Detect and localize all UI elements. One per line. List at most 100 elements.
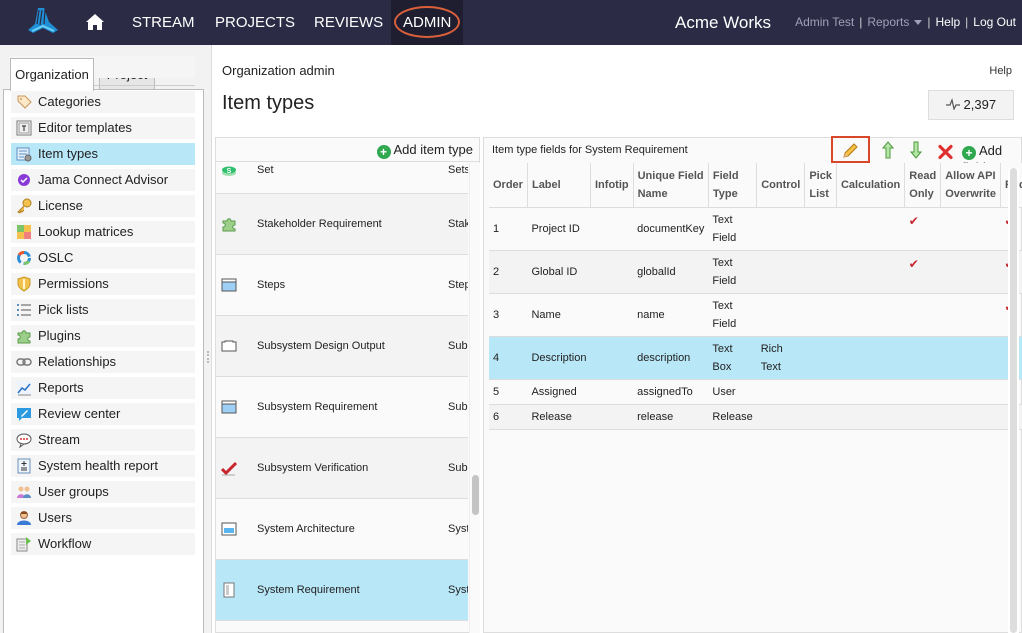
user-menu[interactable]: Admin Test bbox=[795, 15, 854, 29]
add-item-type-button[interactable]: + Add item type bbox=[376, 142, 473, 159]
logout-link[interactable]: Log Out bbox=[973, 15, 1016, 29]
cell-control bbox=[756, 404, 805, 430]
activity-counter-button[interactable]: 2,397 bbox=[928, 90, 1014, 120]
edit-pencil-icon[interactable] bbox=[841, 142, 859, 160]
column-header-label[interactable]: Label bbox=[527, 163, 592, 208]
jama-logo-icon[interactable] bbox=[24, 6, 62, 38]
cell-picklist bbox=[804, 379, 837, 405]
sidebar-item-jama-connect-advisor[interactable]: Jama Connect Advisor bbox=[11, 169, 195, 191]
item-type-row[interactable]: Subsystem Design Output Sub bbox=[216, 316, 468, 377]
cell-picklist bbox=[804, 404, 837, 430]
checkmark-icon bbox=[220, 460, 238, 476]
sidebar-item-permissions[interactable]: Permissions bbox=[11, 273, 195, 295]
move-up-arrow-icon[interactable] bbox=[882, 141, 894, 159]
sidebar-item-relationships[interactable]: Relationships bbox=[11, 351, 195, 373]
column-header-allow-api-overwrite[interactable]: Allow API Overwrite bbox=[940, 163, 1001, 208]
sidebar-item-pick-lists[interactable]: Pick lists bbox=[11, 299, 195, 321]
column-header-control[interactable]: Control bbox=[756, 163, 806, 208]
table-header-row: Order Label Infotip Unique Field Name Field … bbox=[489, 163, 1022, 208]
cell-calc bbox=[836, 250, 905, 294]
column-header-unique-field-name[interactable]: Unique Field Name bbox=[633, 163, 709, 208]
cell-text-line: Field bbox=[712, 275, 737, 287]
sidebar-item-license[interactable]: License bbox=[11, 195, 195, 217]
plus-circle-icon: + bbox=[376, 145, 391, 159]
sidebar-item-review-center[interactable]: Review center bbox=[11, 403, 195, 425]
sidebar-item-label: User groups bbox=[38, 484, 109, 499]
add-field-button[interactable]: +Add field bbox=[962, 143, 1021, 175]
field-row[interactable]: 5 Assigned assignedTo User bbox=[489, 379, 1022, 405]
item-type-row[interactable]: Subsystem Requirement Sub bbox=[216, 377, 468, 438]
sidebar-item-editor-templates[interactable]: Editor templates bbox=[11, 117, 195, 139]
item-type-row[interactable]: Stakeholder Requirement Stak bbox=[216, 194, 468, 255]
page-help-link[interactable]: Help bbox=[989, 65, 1012, 77]
field-row[interactable]: 2Global IDglobalIdTextField✔✔ bbox=[489, 250, 1022, 294]
cell-label: Assigned bbox=[527, 379, 591, 405]
cell-readonly bbox=[904, 404, 941, 430]
column-header-infotip[interactable]: Infotip bbox=[590, 163, 634, 208]
item-type-row[interactable]: S Set Sets bbox=[216, 163, 468, 194]
tag-icon bbox=[16, 94, 32, 110]
nav-projects[interactable]: PROJECTS bbox=[203, 0, 307, 45]
chart-icon bbox=[16, 380, 32, 396]
cell-text-line: Text bbox=[712, 257, 733, 269]
matrix-icon bbox=[16, 224, 32, 240]
column-header-order[interactable]: Order bbox=[489, 163, 528, 208]
page-title: Item types bbox=[222, 92, 315, 114]
delete-x-icon[interactable] bbox=[938, 143, 953, 161]
scrollbar-thumb[interactable] bbox=[1010, 168, 1017, 633]
item-type-row[interactable]: Subsystem Verification Sub bbox=[216, 438, 468, 499]
item-type-fields-panel: Item type fields for System Requirement … bbox=[483, 136, 1022, 633]
field-row[interactable]: 4 Description description Text Box Rich Text bbox=[489, 336, 1022, 380]
field-row[interactable]: 1Project IDdocumentKeyTextField✔✔ bbox=[489, 207, 1022, 251]
sidebar-item-stream[interactable]: Stream bbox=[11, 429, 195, 451]
item-types-scrollbar[interactable] bbox=[469, 163, 480, 633]
separator: | bbox=[859, 15, 863, 29]
column-header-field-type[interactable]: Field Type bbox=[708, 163, 758, 208]
cell-text-line: Box bbox=[712, 361, 732, 373]
item-type-row[interactable]: System Requirement Syst bbox=[216, 560, 468, 621]
move-down-arrow-icon[interactable] bbox=[910, 141, 922, 159]
sidebar-item-workflow[interactable]: Workflow bbox=[11, 533, 195, 555]
cell-text-line: Text bbox=[712, 343, 733, 355]
sidebar-item-user-groups[interactable]: User groups bbox=[11, 481, 195, 503]
sidebar-item-users[interactable]: Users bbox=[11, 507, 195, 529]
sidebar-item-categories[interactable]: Categories bbox=[11, 91, 195, 113]
sidebar-item-label: License bbox=[38, 198, 83, 213]
tab-organization[interactable]: Organization bbox=[10, 58, 94, 91]
fields-scrollbar[interactable] bbox=[1008, 168, 1019, 633]
column-header-calculation[interactable]: Calculation bbox=[836, 163, 906, 208]
item-type-name: Stakeholder Requirement bbox=[257, 218, 382, 230]
column-header-read-only[interactable]: Read Only bbox=[904, 163, 942, 208]
reports-menu[interactable]: Reports bbox=[867, 15, 923, 29]
item-type-name: Set bbox=[257, 164, 274, 176]
sidebar-item-plugins[interactable]: Plugins bbox=[11, 325, 195, 347]
nav-reviews[interactable]: REVIEWS bbox=[302, 0, 395, 45]
scrollbar-thumb[interactable] bbox=[472, 475, 479, 515]
item-type-row[interactable]: System Architecture Syst bbox=[216, 499, 468, 560]
field-row[interactable]: 6 Release release Release bbox=[489, 404, 1022, 430]
sidebar-item-oslc[interactable]: OSLC bbox=[11, 247, 195, 269]
home-icon[interactable] bbox=[84, 11, 106, 33]
field-row[interactable]: 3NamenameTextField✔ bbox=[489, 293, 1022, 337]
nav-stream[interactable]: STREAM bbox=[120, 0, 207, 45]
item-type-name: Subsystem Verification bbox=[257, 462, 369, 474]
column-header-pick-list[interactable]: Pick List bbox=[804, 163, 837, 208]
item-type-key: Sets bbox=[448, 164, 468, 176]
cell-text-line: Field bbox=[712, 318, 737, 330]
sidebar-item-item-types[interactable]: Item types bbox=[11, 143, 195, 165]
fields-toolbar: Item type fields for System Requirement … bbox=[484, 136, 1021, 175]
oslc-ring-icon bbox=[16, 250, 32, 266]
user-links: Admin Test | Reports | Help | Log Out bbox=[795, 0, 1016, 45]
cell-readonly bbox=[904, 379, 941, 405]
reports-label: Reports bbox=[867, 15, 910, 29]
sidebar-item-system-health-report[interactable]: System health report bbox=[11, 455, 195, 477]
resize-grip-left[interactable] bbox=[207, 351, 210, 363]
sidebar-item-lookup-matrices[interactable]: Lookup matrices bbox=[11, 221, 195, 243]
item-type-row[interactable]: Steps Step bbox=[216, 255, 468, 316]
sidebar-item-reports[interactable]: Reports bbox=[11, 377, 195, 399]
cell-label: Release bbox=[527, 404, 591, 430]
review-icon bbox=[16, 406, 32, 422]
admin-highlight-ring bbox=[394, 6, 460, 38]
cell-readonly: ✔ bbox=[904, 207, 941, 251]
help-link[interactable]: Help bbox=[935, 15, 960, 29]
